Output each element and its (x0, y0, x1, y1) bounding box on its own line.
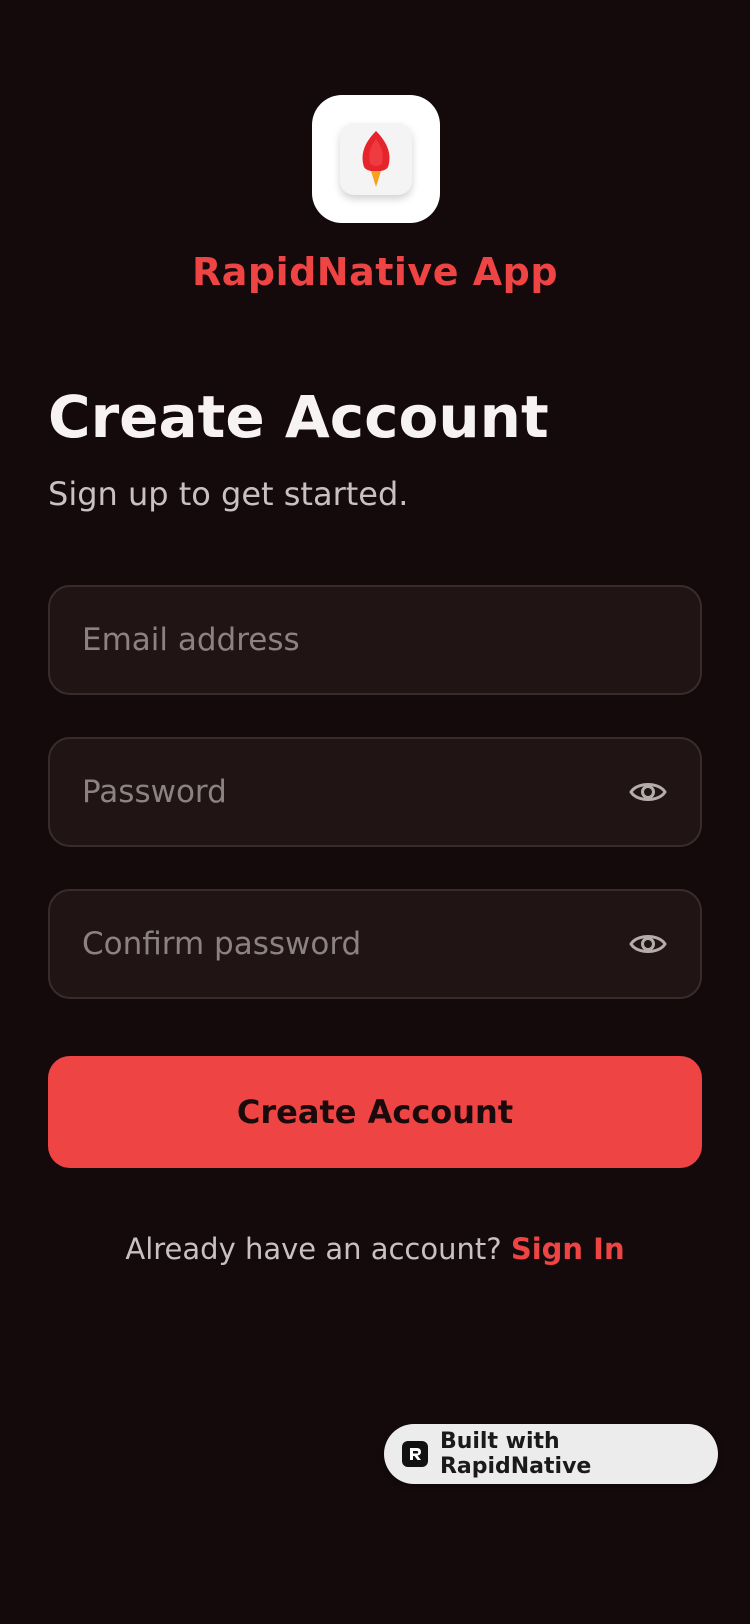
create-account-button[interactable]: Create Account (48, 1056, 702, 1168)
signin-prompt: Already have an account? Sign In (0, 1232, 750, 1266)
signin-link[interactable]: Sign In (511, 1232, 625, 1266)
password-field[interactable] (48, 737, 702, 847)
app-name: RapidNative App (191, 250, 559, 294)
app-logo (312, 95, 440, 223)
rocket-icon (362, 131, 390, 187)
badge-label: Built with RapidNative (439, 1429, 592, 1479)
built-with-badge[interactable]: Built with RapidNative (384, 1424, 718, 1484)
rapidnative-logo-icon (402, 1441, 428, 1467)
signup-screen: RapidNative App Create Account Sign up t… (0, 0, 750, 1624)
signin-prompt-text: Already have an account? (125, 1232, 502, 1266)
confirm-password-field[interactable] (48, 889, 702, 999)
page-subtitle: Sign up to get started. (48, 475, 409, 513)
email-field[interactable] (48, 585, 702, 695)
password-input[interactable] (82, 774, 628, 810)
email-input[interactable] (82, 622, 668, 658)
confirm-password-input[interactable] (82, 926, 628, 962)
eye-icon[interactable] (628, 924, 668, 964)
page-title: Create Account (48, 383, 549, 451)
logo-inner-tile (340, 123, 412, 195)
eye-icon[interactable] (628, 772, 668, 812)
